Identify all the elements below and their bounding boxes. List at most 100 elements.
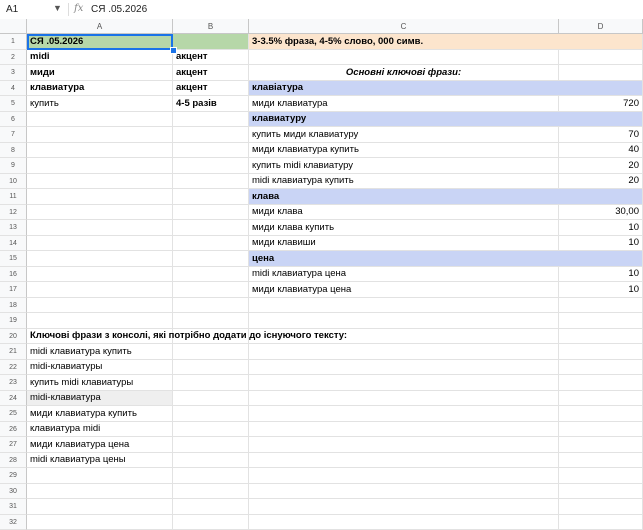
cell-c11[interactable]: клава [249, 189, 643, 205]
row-header-26[interactable]: 26 [0, 422, 27, 438]
cell-b22[interactable] [173, 360, 249, 376]
row-header-32[interactable]: 32 [0, 515, 27, 530]
cell-b24[interactable] [173, 391, 249, 407]
cell-d21[interactable] [559, 344, 643, 360]
cell-a5[interactable]: купить [27, 96, 173, 112]
row-header-9[interactable]: 9 [0, 158, 27, 174]
cell-a24[interactable]: midi-клавиатура [27, 391, 173, 407]
cell-d9[interactable]: 20 [559, 158, 643, 174]
cell-c31[interactable] [249, 499, 559, 515]
cell-d22[interactable] [559, 360, 643, 376]
cell-c8[interactable]: миди клавиатура купить [249, 143, 559, 159]
cell-d8[interactable]: 40 [559, 143, 643, 159]
row-header-29[interactable]: 29 [0, 468, 27, 484]
cell-b13[interactable] [173, 220, 249, 236]
cell-a29[interactable] [27, 468, 173, 484]
cell-d27[interactable] [559, 437, 643, 453]
row-header-1[interactable]: 1 [0, 34, 27, 50]
column-header-a[interactable]: A [27, 19, 173, 34]
cell-c12[interactable]: миди клава [249, 205, 559, 221]
row-header-17[interactable]: 17 [0, 282, 27, 298]
cell-a22[interactable]: midi-клавиатуры [27, 360, 173, 376]
cell-c6[interactable]: клавиатуру [249, 112, 643, 128]
cell-c30[interactable] [249, 484, 559, 500]
cell-d3[interactable] [559, 65, 643, 81]
row-header-12[interactable]: 12 [0, 205, 27, 221]
cell-d19[interactable] [559, 313, 643, 329]
row-header-6[interactable]: 6 [0, 112, 27, 128]
cell-b4[interactable]: акцент [173, 81, 249, 97]
cell-reference-box[interactable]: A1 [6, 4, 18, 15]
cell-a17[interactable] [27, 282, 173, 298]
cell-b31[interactable] [173, 499, 249, 515]
row-header-16[interactable]: 16 [0, 267, 27, 283]
cell-b19[interactable] [173, 313, 249, 329]
row-header-14[interactable]: 14 [0, 236, 27, 252]
cell-c16[interactable]: midi клавиатура цена [249, 267, 559, 283]
cell-c3[interactable]: Основні ключові фрази: [249, 65, 559, 81]
cell-d25[interactable] [559, 406, 643, 422]
cell-d24[interactable] [559, 391, 643, 407]
cell-b3[interactable]: акцент [173, 65, 249, 81]
cell-c13[interactable]: миди клава купить [249, 220, 559, 236]
cell-a6[interactable] [27, 112, 173, 128]
cell-d13[interactable]: 10 [559, 220, 643, 236]
row-header-27[interactable]: 27 [0, 437, 27, 453]
cell-b29[interactable] [173, 468, 249, 484]
cell-c10[interactable]: midi клавиатура купить [249, 174, 559, 190]
cell-a32[interactable] [27, 515, 173, 530]
cell-a27[interactable]: миди клавиатура цена [27, 437, 173, 453]
cell-a31[interactable] [27, 499, 173, 515]
cell-c26[interactable] [249, 422, 559, 438]
cell-c32[interactable] [249, 515, 559, 530]
cell-a7[interactable] [27, 127, 173, 143]
column-header-b[interactable]: B [173, 19, 249, 34]
row-header-22[interactable]: 22 [0, 360, 27, 376]
cell-b6[interactable] [173, 112, 249, 128]
cell-c9[interactable]: купить midi клавиатуру [249, 158, 559, 174]
fill-handle[interactable] [170, 47, 177, 54]
cell-a3[interactable]: миди [27, 65, 173, 81]
row-header-4[interactable]: 4 [0, 81, 27, 97]
cell-c25[interactable] [249, 406, 559, 422]
cell-a18[interactable] [27, 298, 173, 314]
cell-a13[interactable] [27, 220, 173, 236]
cell-a23[interactable]: купить midi клавиатуры [27, 375, 173, 391]
row-header-31[interactable]: 31 [0, 499, 27, 515]
cell-d5[interactable]: 720 [559, 96, 643, 112]
cell-a1[interactable]: СЯ .05.2026 [27, 34, 173, 50]
cell-a4[interactable]: клавиатура [27, 81, 173, 97]
row-header-2[interactable]: 2 [0, 50, 27, 66]
cell-c5[interactable]: миди клавиатура [249, 96, 559, 112]
cell-b12[interactable] [173, 205, 249, 221]
cell-b15[interactable] [173, 251, 249, 267]
cell-a10[interactable] [27, 174, 173, 190]
row-header-5[interactable]: 5 [0, 96, 27, 112]
row-header-28[interactable]: 28 [0, 453, 27, 469]
cell-c27[interactable] [249, 437, 559, 453]
row-header-15[interactable]: 15 [0, 251, 27, 267]
cell-c1[interactable]: 3-3.5% фраза, 4-5% слово, 000 симв. [249, 34, 643, 50]
row-header-10[interactable]: 10 [0, 174, 27, 190]
cell-a20[interactable]: Ключові фрази з консолі, які потрібно до… [27, 329, 173, 345]
cell-d32[interactable] [559, 515, 643, 530]
cell-a25[interactable]: миди клавиатура купить [27, 406, 173, 422]
row-header-21[interactable]: 21 [0, 344, 27, 360]
cell-d7[interactable]: 70 [559, 127, 643, 143]
row-header-25[interactable]: 25 [0, 406, 27, 422]
cell-b25[interactable] [173, 406, 249, 422]
row-header-23[interactable]: 23 [0, 375, 27, 391]
cell-a15[interactable] [27, 251, 173, 267]
cell-d12[interactable]: 30,00 [559, 205, 643, 221]
cell-c19[interactable] [249, 313, 559, 329]
row-header-11[interactable]: 11 [0, 189, 27, 205]
cell-c15[interactable]: цена [249, 251, 643, 267]
cell-a2[interactable]: midi [27, 50, 173, 66]
cell-a28[interactable]: midi клавиатура цены [27, 453, 173, 469]
select-all-corner[interactable] [0, 19, 27, 34]
column-header-c[interactable]: C [249, 19, 559, 34]
cell-d2[interactable] [559, 50, 643, 66]
row-header-18[interactable]: 18 [0, 298, 27, 314]
cell-b16[interactable] [173, 267, 249, 283]
row-header-30[interactable]: 30 [0, 484, 27, 500]
